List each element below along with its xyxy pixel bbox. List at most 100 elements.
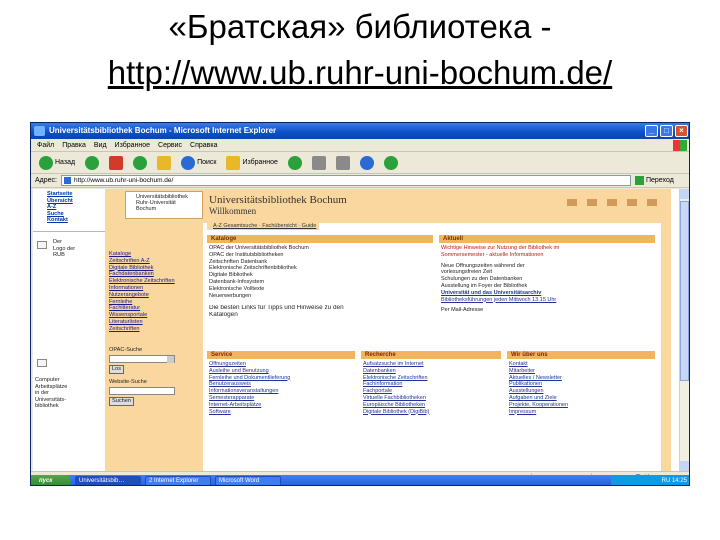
news-item[interactable]: Universität und das Universitätsarchiv: [441, 290, 655, 297]
catalog-link[interactable]: Kataloge: [109, 251, 187, 258]
about-link[interactable]: Impressum: [509, 409, 653, 416]
minimize-button[interactable]: _: [645, 125, 658, 137]
menu-tools[interactable]: Сервис: [158, 139, 182, 151]
website-search-input[interactable]: [109, 387, 175, 396]
service-link[interactable]: Semesterapparate: [209, 395, 353, 402]
favorites-button[interactable]: Избранное: [224, 154, 279, 172]
catalog-link[interactable]: Fernleihe: [109, 299, 187, 306]
recherche-link[interactable]: Aufsatzsuche im Internet: [363, 361, 499, 368]
news-footer[interactable]: Bibliotheksführungen jeden Mittwoch 13.1…: [441, 297, 655, 304]
recherche-link[interactable]: Fachinformation: [363, 381, 499, 388]
catalog-link[interactable]: Digitale Bibliothek: [109, 265, 187, 272]
taskbar-item[interactable]: 2 Internet Explorer: [145, 476, 211, 485]
service-link[interactable]: Software: [209, 409, 353, 416]
messenger-button[interactable]: [382, 154, 400, 172]
about-link[interactable]: Projekte, Kooperationen: [509, 402, 653, 409]
recherche-link[interactable]: Fachportale: [363, 388, 499, 395]
recherche-link[interactable]: Virtuelle Fachbibliotheken: [363, 395, 499, 402]
nav-icon-4[interactable]: [627, 199, 637, 206]
mail-button[interactable]: [310, 154, 328, 172]
info-line-3[interactable]: in der: [35, 390, 101, 397]
history-button[interactable]: [286, 154, 304, 172]
slide-url-link[interactable]: http://www.ub.ruhr-uni-bochum.de/: [0, 50, 720, 96]
service-link[interactable]: Öffnungszeiten: [209, 361, 353, 368]
list-item[interactable]: OPAC der Institutsbibliotheken: [209, 252, 431, 259]
website-search-button[interactable]: Suchen: [109, 397, 134, 406]
nav-uebersicht[interactable]: Übersicht: [47, 198, 99, 205]
catalog-link[interactable]: Informationen: [109, 285, 187, 292]
info-line-2[interactable]: Arbeitsplätze: [35, 384, 101, 391]
info-line-4[interactable]: Universitäts-: [35, 397, 101, 404]
catalog-link[interactable]: Elektronische Zeitschriften: [109, 278, 187, 285]
opac-search-input[interactable]: [109, 355, 175, 364]
menu-view[interactable]: Вид: [94, 139, 107, 151]
about-link[interactable]: Kontakt: [509, 361, 653, 368]
news-item[interactable]: Neue Öffnungszeiten während der: [441, 263, 655, 270]
opac-search-button[interactable]: Los: [109, 365, 125, 374]
about-link[interactable]: Mitarbeiter: [509, 368, 653, 375]
nav-kontakt[interactable]: Kontakt: [47, 217, 99, 224]
service-link[interactable]: Benutzerausweis: [209, 381, 353, 388]
taskbar-item[interactable]: Universitätsbib…: [75, 476, 141, 485]
recherche-link[interactable]: Digitale Bibliothek (DigiBib): [363, 409, 499, 416]
menu-edit[interactable]: Правка: [62, 139, 86, 151]
service-link[interactable]: Ausleihe und Benutzung: [209, 368, 353, 375]
catalog-link[interactable]: Fachliteratur: [109, 305, 187, 312]
list-item[interactable]: OPAC der Universitätsbibliothek Bochum: [209, 245, 431, 252]
service-link[interactable]: Fernleihe und Dokumentlieferung: [209, 375, 353, 382]
recherche-link[interactable]: Elektronische Zeitschriften: [363, 375, 499, 382]
info-line-1[interactable]: Computer: [35, 377, 101, 384]
start-button[interactable]: пуск: [31, 475, 71, 485]
recherche-link[interactable]: Europäische Bibliotheken: [363, 402, 499, 409]
menu-file[interactable]: Файл: [37, 139, 54, 151]
nav-icon-3[interactable]: [607, 199, 617, 206]
vertical-scrollbar[interactable]: [679, 189, 689, 471]
news-item[interactable]: vorlesungsfreien Zeit: [441, 269, 655, 276]
address-input[interactable]: http://www.ub.ruhr-uni-bochum.de/: [60, 175, 631, 186]
news-item[interactable]: Ausstellung im Foyer der Bibliothek: [441, 283, 655, 290]
scroll-thumb[interactable]: [680, 201, 689, 381]
catalog-link[interactable]: Nutzerangebote: [109, 292, 187, 299]
about-link[interactable]: Publikationen: [509, 381, 653, 388]
search-button[interactable]: Поиск: [179, 154, 218, 172]
print-button[interactable]: [334, 154, 352, 172]
menu-help[interactable]: Справка: [190, 139, 217, 151]
maximize-button[interactable]: □: [660, 125, 673, 137]
list-item[interactable]: Elektronische Zeitschriftenbibliothek: [209, 265, 431, 272]
news-item[interactable]: Schulungen zu den Datenbanken: [441, 276, 655, 283]
menu-favorites[interactable]: Избранное: [115, 139, 150, 151]
forward-button[interactable]: [83, 154, 101, 172]
catalog-link[interactable]: Literaturlisten: [109, 319, 187, 326]
breadcrumb[interactable]: A-Z Gesamtsuche · Fachübersicht · Guide: [207, 223, 319, 230]
about-link[interactable]: Aufgaben und Ziele: [509, 395, 653, 402]
service-link[interactable]: Internet-Arbeitsplätze: [209, 402, 353, 409]
about-link[interactable]: Ausstellungen: [509, 388, 653, 395]
catalog-link[interactable]: Zeitschriften: [109, 326, 187, 333]
scroll-down-icon[interactable]: [680, 461, 689, 471]
nav-icon-1[interactable]: [567, 199, 577, 206]
info-line-5[interactable]: bibliothek: [35, 403, 101, 410]
dropdown-arrow-icon[interactable]: [167, 356, 174, 364]
list-item[interactable]: Zeitschriften Datenbank: [209, 259, 431, 266]
list-item[interactable]: Elektronische Volltexte: [209, 286, 431, 293]
list-item[interactable]: Datenbank-Infosystem: [209, 279, 431, 286]
news-item[interactable]: Wichtige Hinweise zur Nutzung der Biblio…: [441, 245, 655, 252]
refresh-button[interactable]: [131, 154, 149, 172]
nav-suche[interactable]: Suche: [47, 211, 99, 218]
nav-a-z[interactable]: A-Z: [47, 204, 99, 211]
scroll-up-icon[interactable]: [680, 189, 689, 199]
list-item[interactable]: Digitale Bibliothek: [209, 272, 431, 279]
close-button[interactable]: ×: [675, 125, 688, 137]
catalog-link[interactable]: Fachdatenbanken: [109, 271, 187, 278]
home-button[interactable]: [155, 154, 173, 172]
nav-startseite[interactable]: Startseite: [47, 191, 99, 198]
about-link[interactable]: Aktuelles / Newsletter: [509, 375, 653, 382]
recherche-link[interactable]: Datenbanken: [363, 368, 499, 375]
nav-icon-2[interactable]: [587, 199, 597, 206]
taskbar-item[interactable]: Microsoft Word: [215, 476, 281, 485]
stop-button[interactable]: [107, 154, 125, 172]
go-button[interactable]: Переход: [634, 176, 674, 185]
catalog-link[interactable]: Wissensportale: [109, 312, 187, 319]
list-item[interactable]: Neuerwerbungen: [209, 293, 431, 300]
nav-icon-5[interactable]: [647, 199, 657, 206]
